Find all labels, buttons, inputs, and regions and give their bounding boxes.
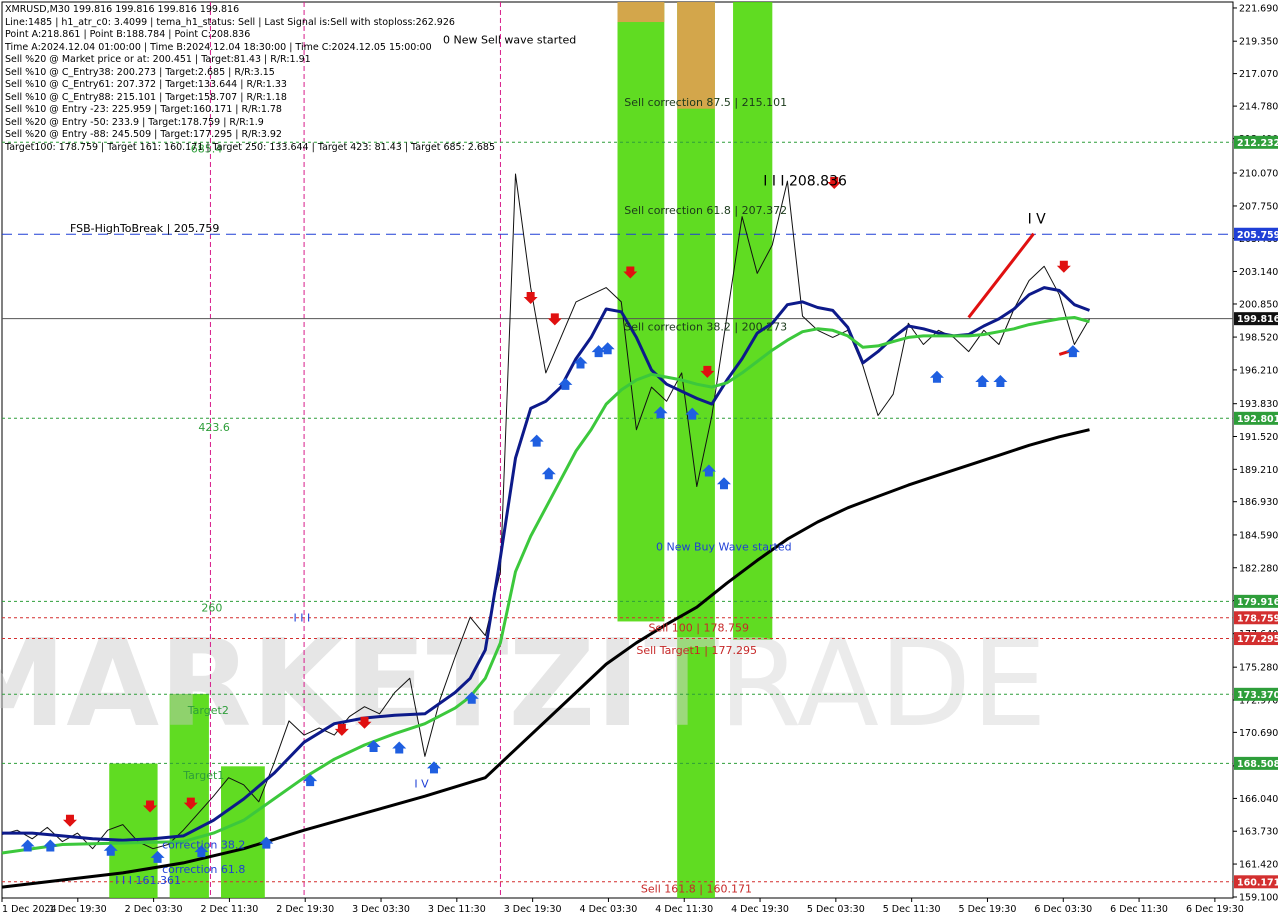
info-line: Sell %10 @ C_Entry88: 215.101 | Target:1… <box>5 91 287 103</box>
chart-annotation: Sell correction 38.2 | 200.273 <box>624 320 787 333</box>
y-tick-label: 203.140 <box>1239 267 1278 278</box>
info-line: Sell %20 @ Market price or at: 200.451 |… <box>5 54 311 65</box>
info-line: XMRUSD,M30 199.816 199.816 199.816 199.8… <box>5 4 240 15</box>
x-tick-label: 4 Dec 03:30 <box>580 904 638 915</box>
y-tick-label: 210.070 <box>1239 169 1278 180</box>
price-tag-label: 179.916 <box>1237 597 1280 608</box>
price-tag-label: 199.816 <box>1237 314 1280 325</box>
y-tick-label: 217.070 <box>1239 69 1278 80</box>
x-tick-label: 6 Dec 11:30 <box>1110 904 1168 915</box>
chart-annotation: I V <box>1028 212 1047 228</box>
chart-annotation: Sell 161.8 | 160.171 <box>641 883 752 896</box>
price-tag-label: 205.759 <box>1237 230 1280 241</box>
x-tick-label: 2 Dec 19:30 <box>276 904 334 915</box>
price-tag-label: 192.801 <box>1237 414 1280 425</box>
x-tick-label: 6 Dec 03:30 <box>1034 904 1092 915</box>
price-tag-label: 173.370 <box>1237 690 1280 701</box>
y-tick-label: 170.690 <box>1239 728 1278 739</box>
x-tick-label: 1 Dec 19:30 <box>49 904 107 915</box>
y-tick-label: 161.420 <box>1239 860 1278 871</box>
x-tick-label: 4 Dec 11:30 <box>655 904 713 915</box>
chart-window: MARKETZI TRADE 0 New Sell wave started Sell… <box>0 0 1280 920</box>
y-tick-label: 193.830 <box>1239 399 1278 410</box>
x-tick-label: 5 Dec 03:30 <box>807 904 865 915</box>
y-tick-label: 159.100 <box>1239 893 1278 904</box>
y-tick-label: 196.210 <box>1239 365 1278 376</box>
y-tick-label: 163.730 <box>1239 827 1278 838</box>
info-line: Sell %10 @ Entry -23: 225.959 | Target:1… <box>5 104 282 115</box>
y-tick-label: 182.280 <box>1239 563 1278 574</box>
y-tick-label: 214.780 <box>1239 102 1278 113</box>
x-tick-label: 3 Dec 19:30 <box>504 904 562 915</box>
info-line: Sell %20 @ Entry -88: 245.509 | Target:1… <box>5 129 282 140</box>
x-tick-label: 4 Dec 19:30 <box>731 904 789 915</box>
x-tick-label: 5 Dec 19:30 <box>959 904 1017 915</box>
x-tick-label: 2 Dec 11:30 <box>200 904 258 915</box>
info-line: Sell %20 @ Entry -50: 233.9 | Target:178… <box>5 116 264 128</box>
price-tag-label: 168.508 <box>1237 759 1280 770</box>
signal-zone <box>617 2 665 23</box>
chart-annotation: Target2 <box>187 704 229 717</box>
chart-annotation: I I I 161.361 <box>115 874 181 887</box>
y-tick-label: 189.210 <box>1239 465 1278 476</box>
x-tick-label: 5 Dec 11:30 <box>883 904 941 915</box>
info-line: Point A:218.861 | Point B:188.784 | Poin… <box>5 29 251 40</box>
chart-annotation: Sell Target1 | 177.295 <box>636 644 757 657</box>
chart-annotation: I I I 208.836 <box>763 173 847 189</box>
info-line: Target100: 178.759 | Target 161: 160.171… <box>5 141 496 153</box>
y-tick-label: 191.520 <box>1239 432 1278 443</box>
chart-annotation: Sell 100 | 178.759 <box>648 621 749 634</box>
info-line: Time A:2024.12.04 01:00:00 | Time B:2024… <box>5 41 432 53</box>
y-tick-label: 184.590 <box>1239 530 1278 541</box>
watermark-trade: TRADE <box>644 615 1047 754</box>
price-tag-label: 178.759 <box>1237 613 1280 624</box>
y-tick-label: 186.930 <box>1239 497 1278 508</box>
y-tick-label: 207.750 <box>1239 201 1278 212</box>
x-tick-label: 3 Dec 11:30 <box>428 904 486 915</box>
info-line: Sell %10 @ C_Entry61: 207.372 | Target:1… <box>5 79 287 90</box>
chart-annotation: I I I <box>294 611 311 624</box>
info-line: Line:1485 | h1_atr_c0: 3.4099 | tema_h1_… <box>5 16 455 28</box>
chart-annotation: correction 38.2 <box>162 839 245 852</box>
chart-annotation: FSB-HighToBreak | 205.759 <box>70 222 219 235</box>
x-tick-label: 3 Dec 03:30 <box>352 904 410 915</box>
y-tick-label: 200.850 <box>1239 299 1278 310</box>
y-tick-label: 198.520 <box>1239 333 1278 344</box>
chart-annotation: Sell correction 87.5 | 215.101 <box>624 96 787 109</box>
info-panel: XMRUSD,M30 199.816 199.816 199.816 199.8… <box>5 4 495 154</box>
x-tick-label: 2 Dec 03:30 <box>125 904 183 915</box>
chart-annotation: 260 <box>201 602 222 615</box>
chart-annotation: Sell correction 61.8 | 207.372 <box>624 204 787 217</box>
y-tick-label: 221.690 <box>1239 3 1278 14</box>
chart-annotation: I V <box>414 778 429 791</box>
signal-zone <box>677 2 715 109</box>
chart-annotation: Target1 <box>182 769 224 782</box>
y-tick-label: 166.040 <box>1239 794 1278 805</box>
y-tick-label: 175.280 <box>1239 663 1278 674</box>
x-tick-label: 6 Dec 19:30 <box>1186 904 1244 915</box>
price-tag-label: 177.295 <box>1237 634 1280 645</box>
chart-annotation: 0 New Buy Wave started <box>656 540 792 553</box>
chart-annotation: 423.6 <box>198 421 230 434</box>
info-line: Sell %10 @ C_Entry38: 200.273 | Target:2… <box>5 66 275 78</box>
price-tag-label: 160.171 <box>1237 877 1280 888</box>
price-tag-label: 212.232 <box>1237 138 1280 149</box>
y-tick-label: 219.350 <box>1239 37 1278 48</box>
